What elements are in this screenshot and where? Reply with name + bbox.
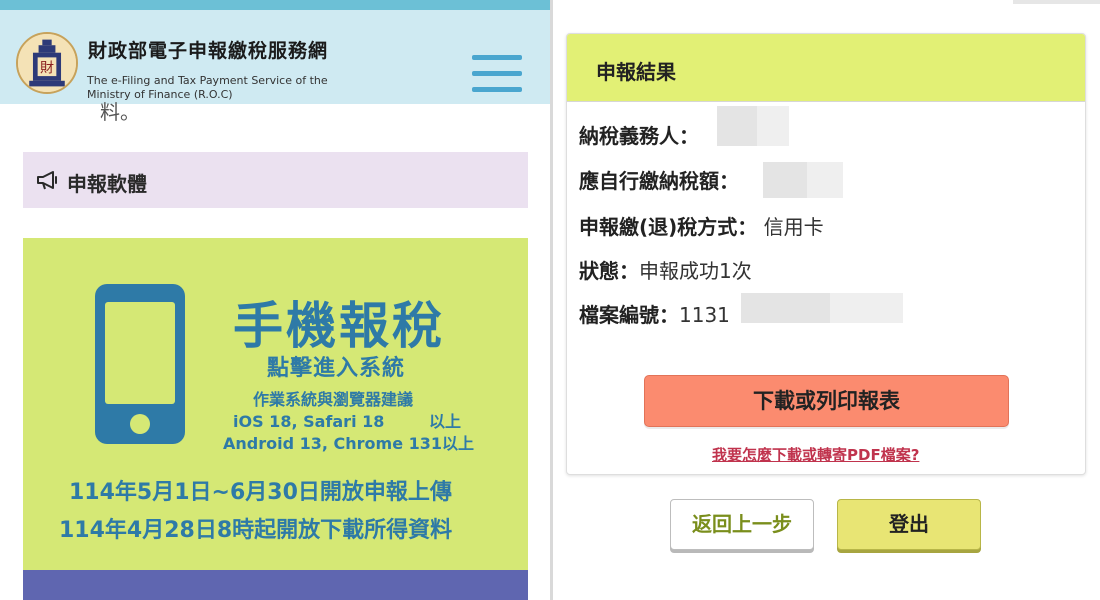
filing-result-panel: 申報結果 納稅義務人： 應自行繳納稅額： 申報繳(退)稅方式： 信用卡 狀態：申… [553, 0, 1100, 600]
hamburger-menu-icon[interactable] [472, 55, 522, 93]
redacted-taxpayer [717, 106, 789, 146]
top-edge-line [1013, 0, 1100, 4]
mobile-homepage-panel: 財 財政部電子申報繳稅服務網 The e-Filing and Tax Paym… [0, 0, 550, 600]
redacted-tax-due [763, 162, 843, 198]
mobile-tax-banner[interactable]: 手機報稅 點擊進入系統 作業系統與瀏覽器建議 iOS 18, Safari 18… [23, 238, 528, 600]
field-label: 申報繳(退)稅方式： [579, 215, 758, 239]
svg-text:財: 財 [40, 60, 54, 76]
section-label: 申報軟體 [67, 172, 147, 196]
banner-download-start: 114年4月28日8時起開放下載所得資料 [59, 518, 453, 543]
field-taxpayer: 納稅義務人： [579, 120, 699, 149]
card-header: 申報結果 [567, 34, 1085, 102]
site-title: 財政部電子申報繳稅服務網 [88, 40, 329, 62]
smartphone-icon [95, 284, 185, 444]
field-label: 納稅義務人： [579, 124, 699, 148]
back-button[interactable]: 返回上一步 [670, 499, 814, 550]
field-file-number: 檔案編號：1131 [579, 299, 730, 328]
filing-result-card: 申報結果 納稅義務人： 應自行繳納稅額： 申報繳(退)稅方式： 信用卡 狀態：申… [566, 33, 1086, 475]
banner-ios: iOS 18, Safari 18 以上 [233, 412, 461, 431]
field-label: 應自行繳納稅額： [579, 169, 739, 193]
pdf-help-link[interactable]: 我要怎麼下載或轉寄PDF檔案? [712, 444, 919, 465]
field-label: 狀態： [579, 259, 639, 283]
field-status: 狀態：申報成功1次 [579, 255, 752, 284]
banner-os-note: 作業系統與瀏覽器建議 [253, 390, 414, 409]
top-accent-bar [0, 0, 550, 10]
card-title: 申報結果 [596, 60, 676, 84]
truncated-text: 料。 [100, 100, 140, 124]
field-payment-method: 申報繳(退)稅方式： 信用卡 [579, 211, 824, 240]
field-value: 信用卡 [757, 215, 824, 239]
logout-button[interactable]: 登出 [837, 499, 981, 550]
field-label: 檔案編號： [579, 303, 679, 327]
banner-subtitle: 點擊進入系統 [267, 356, 406, 381]
section-header-software: 申報軟體 [23, 152, 528, 208]
emblem-logo[interactable]: 財 [16, 32, 78, 94]
field-value: 1131 [679, 303, 730, 327]
field-tax-due: 應自行繳納稅額： [579, 165, 739, 194]
banner-title: 手機報稅 [233, 297, 445, 355]
field-value: 申報成功1次 [639, 259, 752, 283]
site-header: 財 財政部電子申報繳稅服務網 The e-Filing and Tax Paym… [0, 10, 550, 104]
redacted-file-number [741, 293, 903, 323]
banner-android: Android 13, Chrome 131以上 [223, 434, 475, 453]
banner-bottom-strip [23, 570, 528, 600]
megaphone-icon [37, 171, 57, 190]
banner-upload-period: 114年5月1日~6月30日開放申報上傳 [69, 480, 452, 505]
download-print-report-button[interactable]: 下載或列印報表 [644, 375, 1009, 427]
